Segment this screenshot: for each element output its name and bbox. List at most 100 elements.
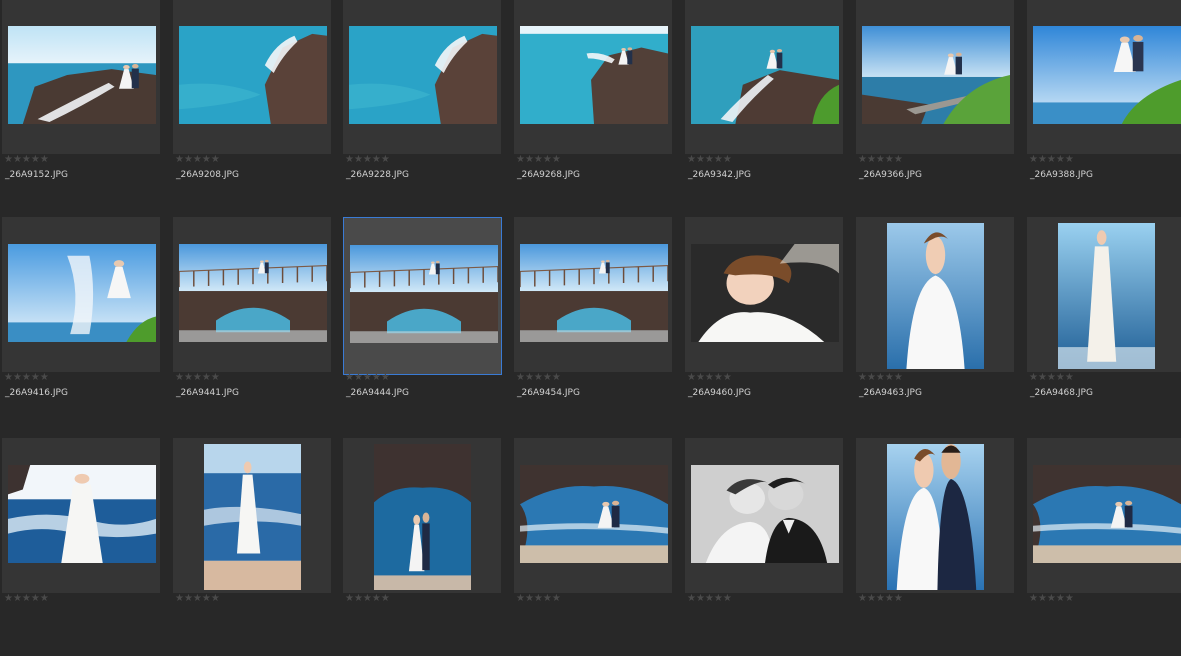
star-rating[interactable]: ★★★★★ bbox=[345, 154, 390, 166]
photo-thumbnail[interactable] bbox=[8, 244, 156, 342]
photo-thumbnail[interactable] bbox=[887, 223, 984, 369]
thumbnail-cell[interactable]: ★★★★★ bbox=[856, 438, 1014, 656]
star-rating[interactable]: ★★★★★ bbox=[687, 154, 732, 166]
thumbnail-frame[interactable] bbox=[2, 0, 160, 154]
thumbnail-cell[interactable]: ★★★★★ _26A9468.JPG bbox=[1027, 217, 1181, 435]
photo-thumbnail[interactable] bbox=[520, 244, 668, 342]
star-rating[interactable]: ★★★★★ bbox=[175, 593, 220, 605]
photo-thumbnail[interactable] bbox=[1033, 465, 1181, 563]
star-rating[interactable]: ★★★★★ bbox=[4, 593, 49, 605]
star-rating[interactable]: ★★★★★ bbox=[1029, 593, 1074, 605]
photo-image bbox=[350, 245, 498, 343]
photo-image bbox=[887, 444, 984, 590]
photo-thumbnail[interactable] bbox=[349, 26, 497, 124]
thumbnail-frame[interactable] bbox=[173, 0, 331, 154]
photo-thumbnail[interactable] bbox=[350, 245, 498, 343]
thumbnail-cell[interactable]: ★★★★★ bbox=[173, 438, 331, 656]
thumbnail-cell[interactable]: ★★★★★ _26A9366.JPG bbox=[856, 0, 1014, 217]
star-rating[interactable]: ★★★★★ bbox=[1029, 154, 1074, 166]
thumbnail-frame[interactable] bbox=[685, 438, 843, 593]
photo-thumbnail[interactable] bbox=[8, 26, 156, 124]
star-rating[interactable]: ★★★★★ bbox=[1029, 372, 1074, 384]
thumbnail-cell[interactable]: ★★★★★ _26A9444.JPG bbox=[343, 217, 502, 435]
photo-thumbnail[interactable] bbox=[1033, 26, 1181, 124]
thumbnail-cell[interactable]: ★★★★★ _26A9388.JPG bbox=[1027, 0, 1181, 217]
star-rating[interactable]: ★★★★★ bbox=[345, 593, 390, 605]
photo-image bbox=[8, 26, 156, 124]
thumbnail-cell[interactable]: ★★★★★ _26A9268.JPG bbox=[514, 0, 672, 217]
filename-label: _26A9366.JPG bbox=[859, 170, 922, 180]
photo-thumbnail[interactable] bbox=[691, 26, 839, 124]
thumbnail-frame[interactable] bbox=[514, 217, 672, 372]
star-rating[interactable]: ★★★★★ bbox=[687, 593, 732, 605]
thumbnail-frame[interactable] bbox=[1027, 217, 1181, 372]
thumbnail-cell[interactable]: ★★★★★ _26A9228.JPG bbox=[343, 0, 501, 217]
star-rating[interactable]: ★★★★★ bbox=[175, 372, 220, 384]
filename-label: _26A9444.JPG bbox=[346, 388, 409, 398]
thumbnail-cell[interactable]: ★★★★★ _26A9208.JPG bbox=[173, 0, 331, 217]
thumbnail-cell[interactable]: ★★★★★ _26A9342.JPG bbox=[685, 0, 843, 217]
photo-image bbox=[349, 26, 497, 124]
thumbnail-cell[interactable]: ★★★★★ bbox=[514, 438, 672, 656]
thumbnail-frame[interactable] bbox=[856, 217, 1014, 372]
star-rating[interactable]: ★★★★★ bbox=[516, 593, 561, 605]
thumbnail-grid: ★★★★★ _26A9152.JPG ★★★★★ _26A9208.JPG ★★★★★ _… bbox=[0, 0, 1181, 604]
star-rating[interactable]: ★★★★★ bbox=[858, 154, 903, 166]
thumbnail-cell[interactable]: ★★★★★ _26A9454.JPG bbox=[514, 217, 672, 435]
thumbnail-frame[interactable] bbox=[685, 0, 843, 154]
thumbnail-frame[interactable] bbox=[1027, 0, 1181, 154]
photo-thumbnail[interactable] bbox=[520, 465, 668, 563]
filename-label: _26A9463.JPG bbox=[859, 388, 922, 398]
thumbnail-frame[interactable] bbox=[2, 438, 160, 593]
photo-thumbnail[interactable] bbox=[179, 26, 327, 124]
thumbnail-frame[interactable] bbox=[856, 0, 1014, 154]
thumbnail-cell[interactable]: ★★★★★ bbox=[1027, 438, 1181, 656]
thumbnail-cell[interactable]: ★★★★★ _26A9152.JPG bbox=[2, 0, 160, 217]
thumbnail-cell[interactable]: ★★★★★ _26A9416.JPG bbox=[2, 217, 160, 435]
thumbnail-frame[interactable] bbox=[514, 438, 672, 593]
filename-label: _26A9152.JPG bbox=[5, 170, 68, 180]
star-rating[interactable]: ★★★★★ bbox=[4, 372, 49, 384]
star-rating[interactable]: ★★★★★ bbox=[516, 372, 561, 384]
thumbnail-frame[interactable] bbox=[343, 438, 501, 593]
photo-image bbox=[374, 444, 471, 590]
photo-thumbnail[interactable] bbox=[887, 444, 984, 590]
photo-thumbnail[interactable] bbox=[1058, 223, 1155, 369]
star-rating[interactable]: ★★★★★ bbox=[175, 154, 220, 166]
photo-thumbnail[interactable] bbox=[520, 26, 668, 124]
thumbnail-frame[interactable] bbox=[685, 217, 843, 372]
photo-thumbnail[interactable] bbox=[862, 26, 1010, 124]
thumbnail-frame[interactable] bbox=[856, 438, 1014, 593]
thumbnail-cell[interactable]: ★★★★★ _26A9441.JPG bbox=[173, 217, 331, 435]
filename-label: _26A9388.JPG bbox=[1030, 170, 1093, 180]
thumbnail-frame[interactable] bbox=[2, 217, 160, 372]
photo-image bbox=[8, 465, 156, 563]
photo-thumbnail[interactable] bbox=[179, 244, 327, 342]
thumbnail-cell[interactable]: ★★★★★ _26A9463.JPG bbox=[856, 217, 1014, 435]
star-rating[interactable]: ★★★★★ bbox=[345, 372, 390, 384]
photo-thumbnail[interactable] bbox=[691, 244, 839, 342]
thumbnail-cell[interactable]: ★★★★★ bbox=[685, 438, 843, 656]
star-rating[interactable]: ★★★★★ bbox=[858, 593, 903, 605]
photo-thumbnail[interactable] bbox=[374, 444, 471, 590]
photo-thumbnail[interactable] bbox=[204, 444, 301, 590]
thumbnail-frame[interactable] bbox=[1027, 438, 1181, 593]
star-rating[interactable]: ★★★★★ bbox=[687, 372, 732, 384]
thumbnail-frame[interactable] bbox=[173, 438, 331, 593]
photo-image bbox=[862, 26, 1010, 124]
photo-image bbox=[887, 223, 984, 369]
thumbnail-frame[interactable] bbox=[514, 0, 672, 154]
thumbnail-cell[interactable]: ★★★★★ bbox=[2, 438, 160, 656]
thumbnail-frame[interactable] bbox=[343, 0, 501, 154]
selected-thumbnail-frame[interactable] bbox=[343, 217, 502, 375]
star-rating[interactable]: ★★★★★ bbox=[858, 372, 903, 384]
filename-label: _26A9208.JPG bbox=[176, 170, 239, 180]
star-rating[interactable]: ★★★★★ bbox=[516, 154, 561, 166]
star-rating[interactable]: ★★★★★ bbox=[4, 154, 49, 166]
thumbnail-cell[interactable]: ★★★★★ _26A9460.JPG bbox=[685, 217, 843, 435]
thumbnail-cell[interactable]: ★★★★★ bbox=[343, 438, 501, 656]
photo-thumbnail[interactable] bbox=[691, 465, 839, 563]
photo-image bbox=[8, 244, 156, 342]
photo-thumbnail[interactable] bbox=[8, 465, 156, 563]
thumbnail-frame[interactable] bbox=[173, 217, 331, 372]
